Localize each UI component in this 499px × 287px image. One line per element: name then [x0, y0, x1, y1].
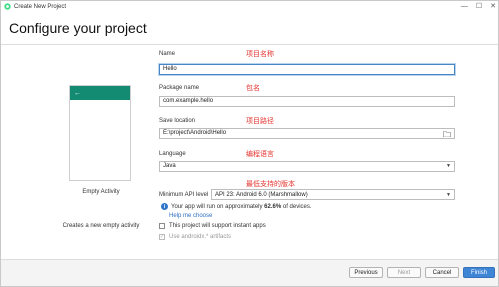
instant-apps-label: This project will support instant apps [169, 223, 266, 229]
androidx-row: ✓ Use androidx.* artifacts [159, 234, 231, 240]
help-me-choose-link[interactable]: Help me choose [169, 213, 212, 219]
min-api-value: API 23: Android 6.0 (Marshmallow) [215, 191, 308, 198]
folder-icon[interactable] [443, 130, 451, 137]
info-icon: i [161, 203, 168, 210]
language-select[interactable]: Java ▼ [159, 161, 455, 172]
language-value: Java [163, 163, 176, 169]
package-field[interactable]: com.example.hello [159, 96, 455, 107]
maximize-button[interactable]: ☐ [476, 1, 482, 12]
instant-apps-checkbox[interactable] [159, 223, 165, 229]
annotation-name: 项目名称 [246, 50, 274, 58]
annotation-package: 包名 [246, 84, 260, 92]
name-label: Name [159, 51, 176, 57]
next-button[interactable]: Next [387, 267, 421, 278]
min-api-select[interactable]: API 23: Android 6.0 (Marshmallow) ▼ [211, 189, 455, 200]
chevron-down-icon: ▼ [446, 163, 451, 169]
preview-app-bar: ← [70, 86, 130, 100]
language-label: Language [159, 151, 186, 157]
androidx-checkbox: ✓ [159, 233, 165, 240]
minimize-button[interactable]: — [461, 1, 468, 12]
back-arrow-icon: ← [74, 89, 81, 97]
activity-name: Empty Activity [82, 189, 120, 195]
annotation-location: 项目路径 [246, 117, 274, 125]
previous-button[interactable]: Previous [349, 267, 383, 278]
footer-bar: Previous Next Cancel Finish [1, 259, 498, 286]
page-title: Configure your project [9, 20, 147, 36]
window-title: Create New Project [14, 3, 67, 10]
name-field[interactable]: Hello [159, 64, 455, 75]
close-button[interactable]: ✕ [490, 1, 496, 12]
androidx-label: Use androidx.* artifacts [169, 234, 232, 240]
chevron-down-icon: ▼ [446, 191, 451, 198]
save-location-label: Save location [159, 118, 196, 124]
finish-button[interactable]: Finish [463, 267, 495, 278]
android-studio-icon [4, 3, 11, 10]
create-project-window: Create New Project — ☐ ✕ Configure your … [0, 0, 499, 287]
api-info-text: Your app will run on approximately 62.6%… [171, 203, 312, 210]
activity-preview: ← [69, 85, 131, 181]
annotation-min-api: 最低支持的版本 [246, 180, 295, 188]
package-value: com.example.hello [163, 98, 214, 104]
page-header: Configure your project [1, 12, 498, 45]
activity-description: Creates a new empty activity [62, 223, 140, 229]
save-location-value: E:\project\Android\Hello [163, 130, 227, 136]
package-label: Package name [159, 85, 200, 91]
instant-apps-row[interactable]: This project will support instant apps [159, 223, 266, 229]
window-controls: — ☐ ✕ [461, 1, 496, 12]
title-bar: Create New Project [1, 1, 498, 12]
api-info: i Your app will run on approximately 62.… [161, 203, 312, 210]
annotation-language: 编程语言 [246, 150, 274, 158]
min-api-label: Minimum API level [159, 192, 209, 198]
cancel-button[interactable]: Cancel [425, 267, 459, 278]
save-location-field[interactable]: E:\project\Android\Hello [159, 128, 455, 139]
name-value: Hello [163, 66, 177, 72]
main-content: ← Empty Activity Creates a new empty act… [1, 45, 498, 260]
